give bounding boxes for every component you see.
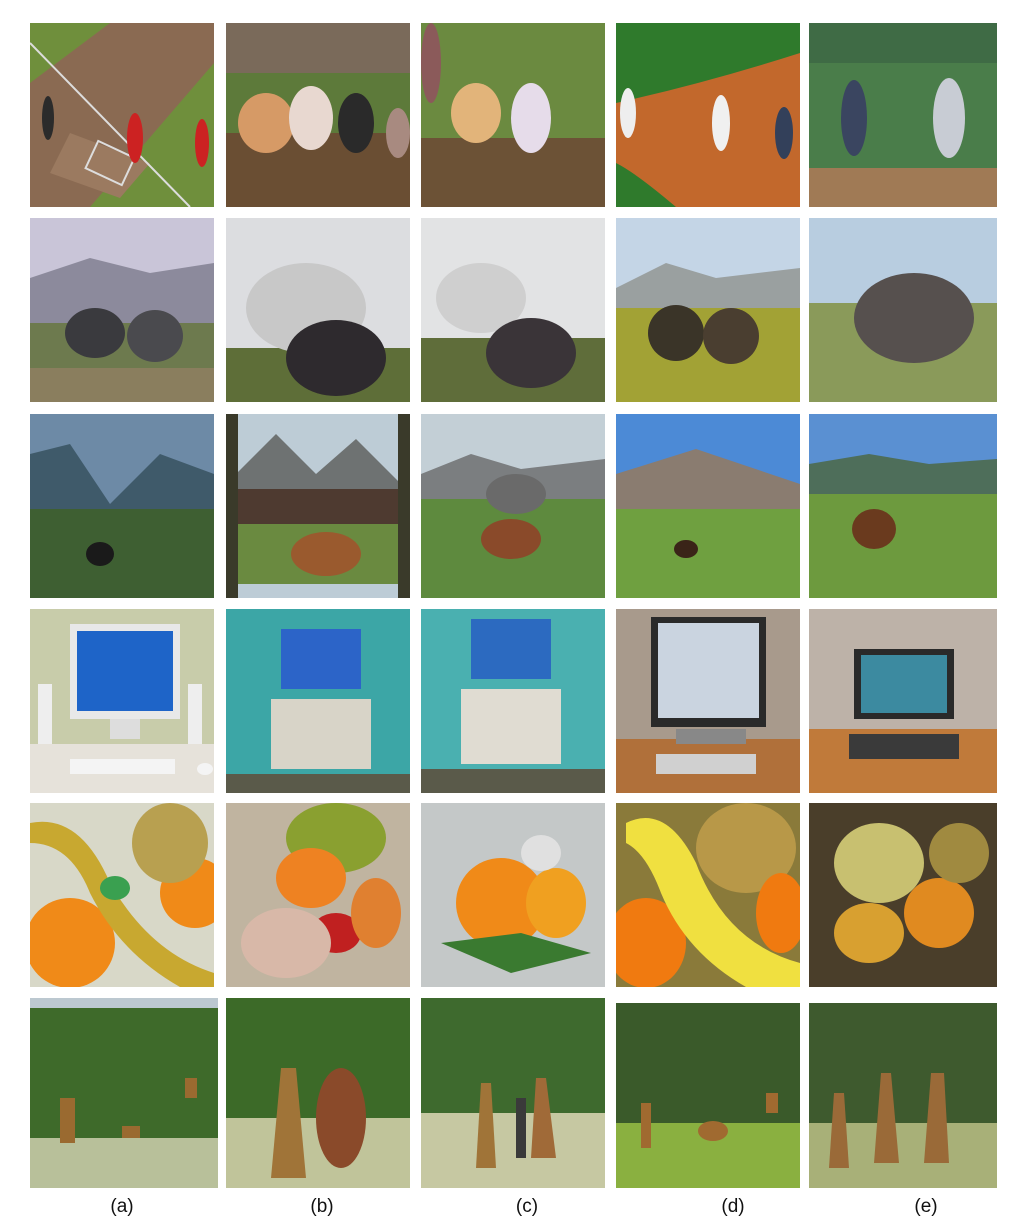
image-r6-a (30, 998, 218, 1188)
image-r1-c (421, 23, 605, 207)
image-r1-a (30, 23, 214, 207)
image-r6-e (809, 1003, 997, 1188)
image-r5-e (809, 803, 997, 987)
image-r4-c (421, 609, 605, 793)
column-label-e: (e) (914, 1196, 938, 1217)
image-r2-d (616, 218, 800, 402)
image-r6-b (226, 998, 410, 1188)
image-r6-c (421, 998, 605, 1188)
column-label-a: (a) (110, 1196, 134, 1217)
image-r3-c (421, 414, 605, 598)
image-r5-b (226, 803, 410, 987)
image-r4-e (809, 609, 997, 793)
image-r3-b (226, 414, 410, 598)
image-r2-b (226, 218, 410, 402)
image-r2-c (421, 218, 605, 402)
image-r5-a (30, 803, 214, 987)
image-r2-e (809, 218, 997, 402)
image-r5-c (421, 803, 605, 987)
image-r2-a (30, 218, 214, 402)
image-r1-d (616, 23, 800, 207)
image-r1-e (809, 23, 997, 207)
image-r4-d (616, 609, 800, 793)
image-r4-a (30, 609, 214, 793)
image-r3-e (809, 414, 997, 598)
column-label-c: (c) (515, 1196, 539, 1217)
image-r4-b (226, 609, 410, 793)
image-r3-a (30, 414, 214, 598)
image-r3-d (616, 414, 800, 598)
image-r1-b (226, 23, 410, 207)
image-r6-d (616, 1003, 800, 1188)
column-label-d: (d) (721, 1196, 745, 1217)
column-label-b: (b) (310, 1196, 334, 1217)
image-r5-d (616, 803, 800, 987)
